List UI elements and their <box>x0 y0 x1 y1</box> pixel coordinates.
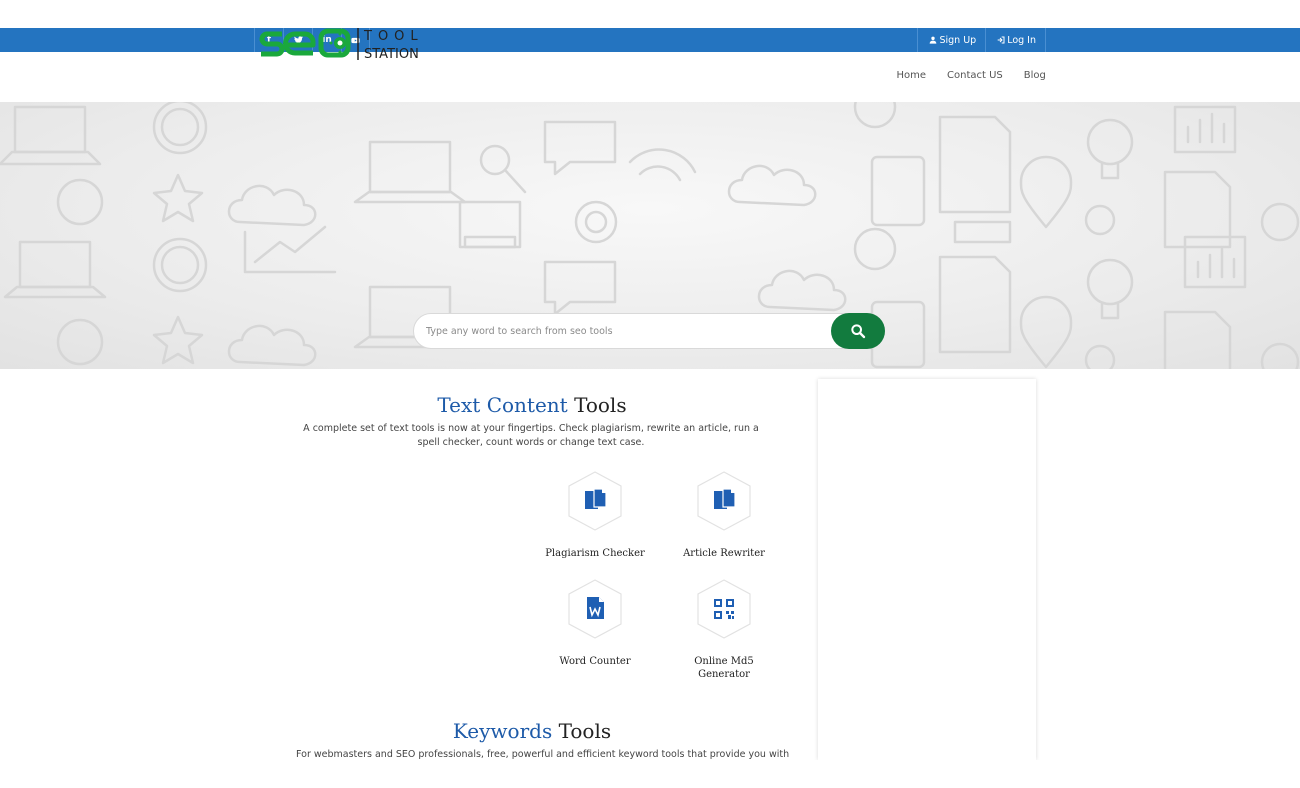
site-header: Home Contact US Blog <box>0 52 1300 102</box>
logo-station-text: STATION <box>364 47 419 62</box>
tool-name: Article Rewriter <box>683 548 765 559</box>
tool-word-counter[interactable]: Word Counter <box>540 579 650 668</box>
search-icon <box>851 324 866 339</box>
search-button[interactable] <box>831 313 885 349</box>
sidebar-ad-panel <box>818 379 1036 760</box>
search-input[interactable] <box>426 322 826 340</box>
auth-links: Sign Up Log In <box>917 28 1046 52</box>
section-description: A complete set of text tools is now at y… <box>303 423 759 448</box>
user-icon <box>930 36 937 44</box>
section-title-text-content: Text Content Tools <box>302 393 762 417</box>
log-in-link[interactable]: Log In <box>985 28 1046 52</box>
tool-search-bar <box>413 313 885 349</box>
copy-documents-icon <box>714 488 736 509</box>
sign-in-icon <box>997 36 1005 44</box>
nav-home[interactable]: Home <box>886 70 937 81</box>
page-bottom-area <box>0 760 1300 788</box>
tool-name: Online Md5 Generator <box>694 656 754 680</box>
tool-plagiarism-checker[interactable]: Plagiarism Checker <box>540 471 650 560</box>
title-suffix: Tools <box>558 719 612 743</box>
nav-blog[interactable]: Blog <box>1013 70 1056 81</box>
logo-tool-text: TOOL <box>363 29 424 44</box>
top-bar: f in Sign Up Log In <box>0 28 1300 52</box>
copy-documents-icon <box>585 488 607 509</box>
tool-name: Plagiarism Checker <box>545 548 645 559</box>
section-title-keywords: Keywords Tools <box>302 719 762 743</box>
tool-online-md5-generator[interactable]: Online Md5 Generator <box>669 579 779 681</box>
tool-name: Word Counter <box>559 656 631 667</box>
title-suffix: Tools <box>574 393 627 417</box>
word-document-icon <box>587 597 604 619</box>
title-highlight: Text Content <box>437 393 568 417</box>
tool-article-rewriter[interactable]: Article Rewriter <box>669 471 779 560</box>
nav-contact-us[interactable]: Contact US <box>937 70 1014 81</box>
sign-up-link[interactable]: Sign Up <box>917 28 985 52</box>
main-nav: Home Contact US Blog <box>886 70 1056 81</box>
sign-up-label: Sign Up <box>939 34 977 46</box>
site-logo[interactable]: TOOL STATION <box>258 26 433 62</box>
title-highlight: Keywords <box>452 719 553 743</box>
log-in-label: Log In <box>1007 34 1036 46</box>
